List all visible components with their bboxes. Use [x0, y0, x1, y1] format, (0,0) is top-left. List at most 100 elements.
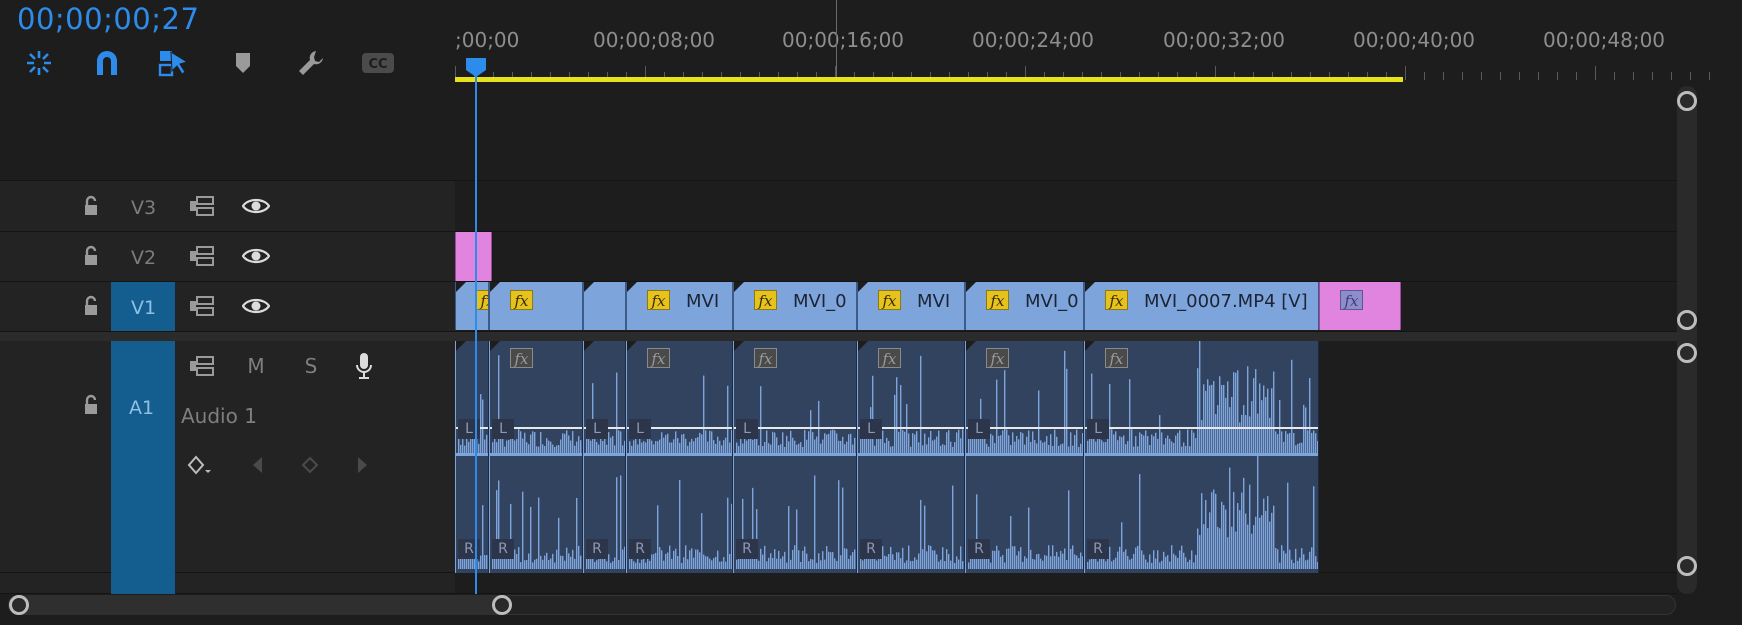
vertical-scrollbar[interactable] [1676, 86, 1698, 594]
waveform-bar [846, 441, 848, 453]
fx-badge-icon[interactable]: fx [1105, 290, 1128, 310]
show-keyframes-icon[interactable] [186, 451, 214, 479]
clip-a1[interactable]: fx L R [489, 341, 583, 573]
video-scroll-bottom-handle[interactable] [1677, 310, 1697, 330]
captions-cc-icon[interactable]: CC [358, 46, 398, 80]
source-patch-a2[interactable] [111, 573, 175, 594]
clip-v1[interactable]: fx MVI_0 [733, 282, 857, 330]
track-header-v1[interactable] [0, 282, 455, 332]
mute-track-a1-button[interactable]: M [240, 351, 272, 381]
clip-a1[interactable]: fx L R [1084, 341, 1319, 573]
fx-badge-icon[interactable]: fx [986, 348, 1009, 368]
waveform-bar [888, 553, 890, 569]
track-header-a2[interactable] [0, 573, 455, 594]
lane-a2[interactable] [455, 573, 1677, 594]
lock-track-v2-icon[interactable] [76, 241, 106, 271]
toggle-output-v1-eye-icon[interactable] [240, 291, 272, 321]
sync-lock-v3-icon[interactable] [186, 191, 218, 221]
ruler-label: 00;00;24;00 [972, 28, 1095, 52]
fx-badge-icon[interactable]: fx [647, 348, 670, 368]
fx-badge-icon[interactable]: fx [510, 348, 533, 368]
waveform-bar [1050, 434, 1052, 453]
audio-scroll-top-handle[interactable] [1677, 343, 1697, 363]
fx-badge-icon[interactable]: fx [476, 290, 488, 310]
zoom-left-handle[interactable] [9, 595, 29, 615]
timeline-empty-area[interactable] [455, 86, 1677, 181]
fx-badge-icon[interactable]: fx [1340, 290, 1363, 310]
video-audio-divider[interactable] [0, 332, 1677, 341]
clip-v1[interactable]: fx MVI_0007.MP4 [V] [1084, 282, 1319, 330]
fx-badge-icon[interactable]: fx [510, 290, 533, 310]
fx-badge-icon[interactable]: fx [647, 290, 670, 310]
clip-v1[interactable]: fx MVI [626, 282, 733, 330]
add-keyframe-icon[interactable] [298, 451, 322, 479]
clip-v1[interactable]: fx [1319, 282, 1401, 330]
sync-lock-a1-icon[interactable] [186, 351, 218, 381]
clip-v1[interactable]: fx MVI_0 [965, 282, 1084, 330]
fx-badge-icon[interactable]: fx [986, 290, 1009, 310]
track-header-a1[interactable] [0, 341, 455, 573]
sync-lock-v2-icon[interactable] [186, 241, 218, 271]
clip-a1[interactable]: fx L R [626, 341, 733, 573]
fx-badge-icon[interactable]: fx [754, 290, 777, 310]
clip-a1[interactable]: fx L R [733, 341, 857, 573]
solo-track-a1-button[interactable]: S [295, 351, 327, 381]
fx-badge-icon[interactable]: fx [878, 290, 901, 310]
playhead-timecode[interactable]: 00;00;00;27 [17, 2, 199, 36]
clip-a1[interactable]: LR [583, 341, 626, 573]
clip-v2-pink[interactable] [455, 232, 492, 281]
horizontal-scrollbar-thumb[interactable] [8, 595, 504, 615]
toggle-output-v2-eye-icon[interactable] [240, 241, 272, 271]
sync-lock-v1-icon[interactable] [186, 291, 218, 321]
waveform-bar [671, 442, 673, 453]
fx-badge-icon[interactable]: fx [754, 348, 777, 368]
fx-badge-icon[interactable]: fx [1105, 348, 1128, 368]
time-ruler[interactable]: ;00;00 00;00;08;00 00;00;16;00 00;00;24;00 0… [455, 0, 1710, 82]
lock-track-v3-icon[interactable] [76, 191, 106, 221]
toggle-output-v3-eye-icon[interactable] [240, 191, 272, 221]
lane-a1[interactable]: L Rfx L R L Rfx L Rfx L Rfx L Rfx L Rfx L R [455, 341, 1677, 573]
channel-label-right: R [736, 539, 758, 559]
track-header-v2[interactable] [0, 232, 455, 282]
waveform-bar [784, 551, 786, 569]
video-scroll-top-handle[interactable] [1677, 91, 1697, 111]
lock-track-v1-icon[interactable] [76, 291, 106, 321]
track-header-v3[interactable] [0, 181, 455, 232]
lane-v1[interactable]: fx fx fx MVI fx MVI_0 fx MVI fx MVI_0 fx MVI_0007.M… [455, 282, 1677, 332]
next-keyframe-icon[interactable] [351, 451, 375, 479]
waveform-bar [798, 550, 800, 569]
fx-badge-icon[interactable]: fx [878, 348, 901, 368]
clip-a1[interactable]: fx L R [857, 341, 965, 573]
lane-v2[interactable] [455, 232, 1677, 282]
playhead-handle[interactable] [464, 56, 488, 78]
linked-selection-icon[interactable] [154, 46, 194, 80]
voice-over-record-mic-icon[interactable] [349, 349, 379, 383]
clip-v1[interactable] [583, 282, 626, 330]
source-patch-a1[interactable] [111, 341, 175, 573]
snap-magnet-icon[interactable] [87, 46, 127, 80]
work-area-bar[interactable] [455, 77, 1403, 82]
clip-v1[interactable]: fx [455, 282, 489, 330]
horizontal-scrollbar[interactable] [8, 594, 1676, 616]
waveform-bar [830, 552, 832, 569]
clip-a1[interactable]: LR [455, 341, 489, 573]
zoom-right-handle[interactable] [492, 595, 512, 615]
audio-scroll-bottom-handle[interactable] [1677, 556, 1697, 576]
lane-v3[interactable] [455, 181, 1677, 232]
lock-track-a1-icon[interactable] [76, 390, 106, 420]
playhead-line[interactable] [475, 58, 477, 594]
ruler-tick [1481, 72, 1482, 80]
waveform-bar [1255, 369, 1257, 453]
clip-v1[interactable]: fx [489, 282, 583, 330]
settings-wrench-icon[interactable] [291, 46, 331, 80]
clip-a1[interactable]: fx L R [965, 341, 1084, 573]
nest-sequence-icon[interactable] [19, 46, 59, 80]
waveform-bar [528, 553, 530, 569]
previous-keyframe-icon[interactable] [245, 451, 269, 479]
waveform-bar [794, 545, 796, 569]
vertical-scrollbar-track[interactable] [1677, 86, 1697, 594]
add-marker-icon[interactable] [223, 46, 263, 80]
volume-rubber-band[interactable] [1085, 427, 1318, 429]
waveform-bar [1297, 560, 1299, 569]
clip-v1[interactable]: fx MVI [857, 282, 965, 330]
